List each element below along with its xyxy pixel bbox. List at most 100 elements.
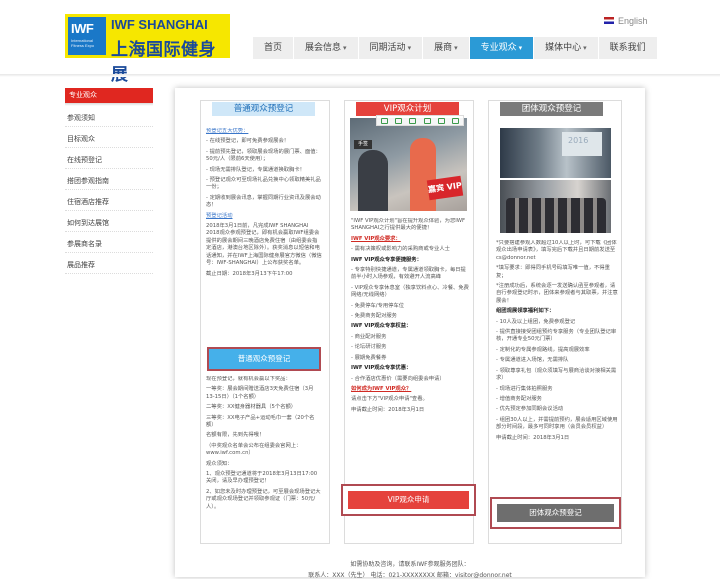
vip-apply-button[interactable]: VIP观众申请 — [348, 491, 469, 509]
prize-line: 2、如您未及时办理预登记，可至展会现场登记大厅或观众现场登记并领取参观证（门票：… — [206, 488, 321, 510]
site-logo[interactable]: IWF International Fitness Expo IWF SHANG… — [65, 14, 230, 85]
group-benefit-line: - 增值商务配对服务 — [496, 395, 542, 402]
advantage-line: - 现场无需排队登记，专属通道换取胸卡！ — [206, 166, 305, 173]
iwf-logo-mark: IWF International Fitness Expo — [68, 17, 106, 55]
vip-intro: "IWF VIP观众计划"旨在提升观众体验，为您IWF SHANGHAI之行提供… — [351, 218, 466, 232]
nav-item-2[interactable]: 同期活动 ▾ — [358, 37, 424, 59]
group-benefit-line: - 专属通道进入场馆，无需排队 — [496, 357, 569, 364]
nav-item-0[interactable]: 首页 — [253, 37, 295, 59]
photo-crowd — [506, 198, 606, 233]
sidebar-item[interactable]: 如何到达展馆 — [65, 214, 153, 232]
chevron-down-icon: ▾ — [407, 44, 412, 52]
vip-requirements-title: IWF VIP观众要求： — [351, 235, 401, 242]
vip-right-line: - 展期免费餐券 — [351, 354, 387, 361]
normal-registration-button[interactable]: 普通观众预登记 — [207, 347, 321, 371]
sidebar-item[interactable]: 搭团参观指南 — [65, 172, 153, 190]
nav-item-label: 展商 — [434, 43, 453, 53]
advantage-line: - 提前预先登记，领取展会现场的展门票、面值：50元/人（限前6天使用）； — [206, 148, 321, 163]
how-to-become-vip-title: 如何成为IWF VIP观众？ — [351, 385, 412, 392]
main-navigation: 首页 展会信息 ▾ 同期活动 ▾ 展商 ▾ 专业观众 ▾ 媒体中心 ▾ 联系我们 — [253, 37, 658, 59]
group-benefit-line: - 领取尊享礼包（观众须填写与展商洽谈对接相关需求） — [496, 367, 617, 382]
vip-apply-button-frame: VIP观众申请 — [341, 484, 476, 516]
vip-photo: 手签 嘉宾 VIP — [350, 118, 467, 211]
group-benefit-line: - 组团30人以上，并需提前预约，展会适用区域使用部分时间段，最多可同时享用（会… — [496, 416, 618, 431]
normal-visitor-prizes: 现在预登记，就有机会赢以下奖品： 一等奖：展会期间赠送酒店3天免费住宿（3月13-… — [206, 376, 322, 546]
group-benefit-line: - 现场进行集体拍照服务 — [496, 385, 553, 392]
advantage-line: - 在线预登记，即可免费参观展会！ — [206, 138, 290, 145]
sidebar-item[interactable]: 展品推荐 — [65, 256, 153, 274]
vip-photo-person-right — [410, 138, 436, 211]
group-registration-button[interactable]: 团体观众预登记 — [497, 504, 614, 522]
nav-item-1[interactable]: 展会信息 ▾ — [294, 37, 359, 59]
sidebar-title-shadow — [65, 103, 153, 106]
expand-icon[interactable] — [394, 117, 402, 124]
prize-line: 名额有限，先到先得哦！ — [206, 432, 265, 439]
site-header: IWF International Fitness Expo IWF SHANG… — [0, 0, 720, 85]
vip-howto-line: 申请截止时间：2018年3月1日 — [351, 406, 425, 413]
advantage-line: - 预登记观众可至现场礼品兑换中心领取精美礼品一份； — [206, 177, 321, 191]
vip-photo-person-left — [358, 150, 388, 211]
replace-icon[interactable] — [423, 117, 431, 124]
image-icon[interactable] — [409, 117, 417, 124]
sidebar-item[interactable]: 参展商名录 — [65, 235, 153, 253]
group-benefit-line: - 定制化的专属参观路线，提高观展效率 — [496, 346, 590, 353]
group-photo — [500, 128, 611, 233]
logo-mark-subtext: International Fitness Expo — [71, 38, 95, 48]
sidebar-item[interactable]: 住宿酒店推荐 — [65, 193, 153, 211]
nav-item-label: 同期活动 — [369, 43, 406, 53]
crop-icon[interactable] — [380, 117, 388, 124]
nav-item-label: 专业观众 — [480, 43, 517, 53]
vip-discount-line: - 合作酒店优惠价（需要向组委会申请） — [351, 375, 445, 382]
registration-activity-link[interactable]: 预登记活动 — [206, 213, 233, 219]
prize-line: 观众须知： — [206, 460, 233, 467]
prize-line: （中奖观众名单会公布在组委会官网上：www.iwf.com.cn） — [206, 442, 302, 457]
sidebar-item[interactable]: 参观须知 — [65, 109, 153, 127]
prize-line: 现在预登记，就有机会赢以下奖品： — [206, 376, 291, 382]
vip-sign: 嘉宾 VIP — [426, 175, 464, 201]
group-benefit-line: - 优先预定参加同期会议活动 — [496, 406, 564, 413]
logo-mark-text: IWF — [71, 21, 94, 36]
nav-item-5[interactable]: 媒体中心 ▾ — [534, 37, 599, 59]
sidebar-item[interactable]: 在线预登记 — [65, 151, 153, 169]
sidebar-title: 专业观众 — [65, 88, 153, 103]
sidebar-item[interactable]: 目标观众 — [65, 130, 153, 148]
vip-discounts-title: IWF VIP观众专享优惠： — [351, 365, 412, 372]
vip-howto-line: 请点击下方"VIP观众申请"查看。 — [351, 396, 428, 403]
sidebar: 专业观众 参观须知目标观众在线预登记搭团参观指南 住宿酒店推荐 如何到达展馆 参展商名… — [65, 88, 153, 274]
chevron-down-icon: ▾ — [343, 44, 347, 52]
nav-item-6[interactable]: 联系我们 — [598, 37, 658, 59]
logo-chinese-title: 上海国际健身展 — [111, 40, 216, 85]
header-divider — [0, 74, 720, 77]
prize-line: 三等奖：XX电子产品+运动毛巾一套（20个名额） — [206, 414, 315, 429]
group-photo-top — [500, 128, 611, 178]
vip-requirement-line: - 需有决策权或影响力的采购商或专业人士 — [351, 246, 450, 253]
advantages-link[interactable]: 预登记五大优势： — [206, 128, 248, 134]
nav-item-3[interactable]: 展商 ▾ — [423, 37, 470, 59]
group-benefits-title: 组团观展领享福利如下： — [496, 308, 555, 315]
prize-line: 一等奖：展会期间赠送酒店3天免费住宿（3月13-15日）（1个名额） — [206, 386, 314, 400]
uk-flag-icon — [604, 17, 614, 24]
group-visitor-info: *只要搭建参观人数超过10人以上时，可下载《团体观众出场申请表》，填写完后下载并… — [496, 240, 618, 494]
vip-service-line: - VIP观众专享休息室（独享饮料点心、冷餐、免费网络/无线网络） — [351, 284, 469, 299]
nav-item-label: 联系我们 — [609, 43, 646, 53]
link-icon[interactable] — [437, 117, 445, 124]
prize-line: 1、观众预登记通道将于2018年3月13日17:00关闭，请及早办理预登记！ — [206, 471, 318, 485]
vip-service-line: - 免费商务配对服务 — [351, 313, 397, 320]
group-registration-button-frame: 团体观众预登记 — [490, 497, 621, 529]
logo-english-title: IWF SHANGHAI — [111, 17, 208, 32]
vip-visitor-title: VIP观众计划 — [356, 102, 459, 116]
settings-icon[interactable] — [452, 117, 460, 124]
contact-note: 如需协助及咨询，请联系IWF参观服务团队： — [350, 561, 470, 568]
vip-right-line: - 商业配对服务 — [351, 333, 387, 340]
nav-item-label: 媒体中心 — [545, 43, 582, 53]
photo-display-wall — [562, 132, 602, 156]
nav-item-4[interactable]: 专业观众 ▾ — [469, 37, 535, 59]
group-photo-bottom — [500, 180, 611, 233]
vip-right-line: - 论坛研讨服务 — [351, 344, 387, 351]
normal-visitor-info: 预登记五大优势： - 在线预登记，即可免费参观展会！ - 提前预先登记，领取展会现… — [206, 128, 322, 342]
activity-line: 截止日期：2018年3月13下午17:00 — [206, 270, 293, 277]
group-deadline: 申请截止时间：2018年3月1日 — [496, 434, 570, 441]
image-edit-toolbar — [376, 115, 464, 126]
language-switch[interactable]: English — [604, 16, 648, 26]
prize-line: 二等奖：XX健身器材器具（5个名额） — [206, 404, 297, 411]
